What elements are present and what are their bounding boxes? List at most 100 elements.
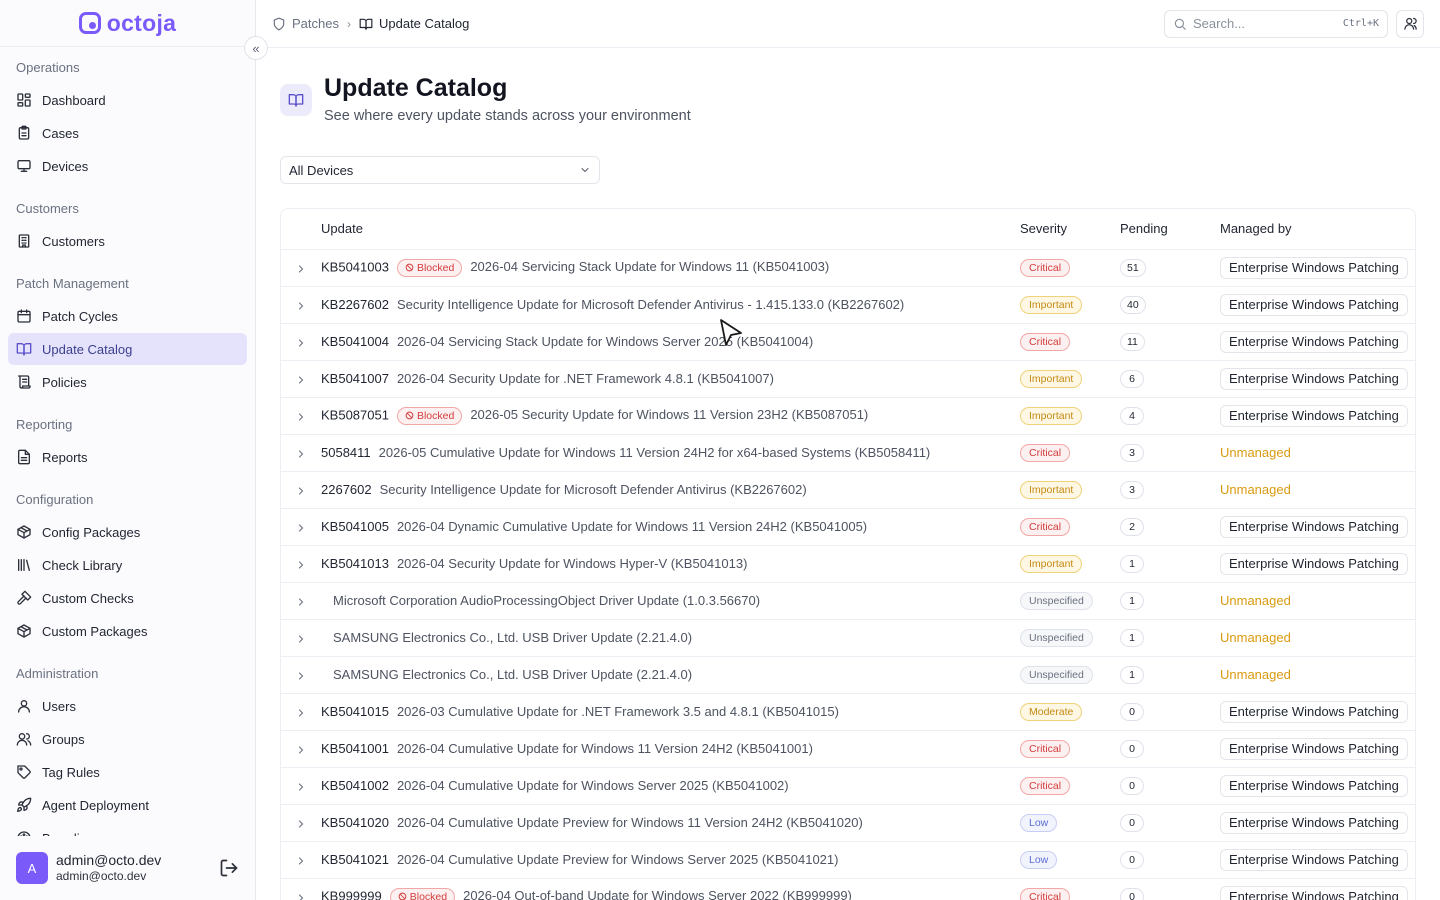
sidebar-item-groups[interactable]: Groups xyxy=(8,723,247,755)
table-row[interactable]: KB2267602 Security Intelligence Update fo… xyxy=(281,286,1415,324)
update-cell: KB5041005 2026-04 Dynamic Cumulative Upda… xyxy=(321,508,1020,546)
expand-row-cell[interactable] xyxy=(281,323,321,361)
column-header-managed-by[interactable]: Managed by xyxy=(1220,209,1415,250)
managed-by-badge[interactable]: Enterprise Windows Patching xyxy=(1220,774,1408,797)
sidebar-item-check-library[interactable]: Check Library xyxy=(8,549,247,581)
search-input[interactable]: Search... Ctrl+K xyxy=(1164,9,1388,38)
table-row[interactable]: SAMSUNG Electronics Co., Ltd. USB Driver… xyxy=(281,656,1415,694)
table-row[interactable]: KB5041013 2026-04 Security Update for Win… xyxy=(281,545,1415,583)
column-header-pending[interactable]: Pending xyxy=(1120,209,1220,250)
breadcrumb-patches[interactable]: Patches xyxy=(272,16,339,31)
update-description: SAMSUNG Electronics Co., Ltd. USB Driver… xyxy=(333,667,693,682)
book-open-icon xyxy=(359,18,373,30)
managed-by-badge[interactable]: Enterprise Windows Patching xyxy=(1220,256,1408,279)
managed-by-badge[interactable]: Enterprise Windows Patching xyxy=(1220,848,1408,871)
sidebar-item-cases[interactable]: Cases xyxy=(8,117,247,149)
avatar[interactable]: A xyxy=(16,852,48,884)
expand-row-cell[interactable] xyxy=(281,693,321,731)
column-header-severity[interactable]: Severity xyxy=(1020,209,1120,250)
pending-count-badge: 2 xyxy=(1120,517,1144,536)
sidebar-item-custom-checks[interactable]: Custom Checks xyxy=(8,582,247,614)
sidebar-item-devices[interactable]: Devices xyxy=(8,150,247,182)
sidebar-item-users[interactable]: Users xyxy=(8,690,247,722)
pending-cell: 11 xyxy=(1120,323,1220,361)
update-description: 2026-04 Out-of-band Update for Windows S… xyxy=(463,887,852,900)
expand-row-cell[interactable] xyxy=(281,656,321,694)
expand-row-cell[interactable] xyxy=(281,286,321,324)
expand-row-cell[interactable] xyxy=(281,841,321,879)
severity-badge: Low xyxy=(1020,813,1058,832)
severity-cell: Critical xyxy=(1020,323,1120,361)
expand-row-cell[interactable] xyxy=(281,360,321,398)
expand-row-cell[interactable] xyxy=(281,397,321,435)
update-description: 2026-04 Cumulative Update for Windows Se… xyxy=(396,778,789,793)
sidebar-item-update-catalog[interactable]: Update Catalog xyxy=(8,333,247,365)
table-row[interactable]: KB5041001 2026-04 Cumulative Update for W… xyxy=(281,730,1415,768)
table-row[interactable]: SAMSUNG Electronics Co., Ltd. USB Driver… xyxy=(281,619,1415,657)
managed-by-badge[interactable]: Enterprise Windows Patching xyxy=(1220,885,1408,900)
sidebar-item-dashboard[interactable]: Dashboard xyxy=(8,84,247,116)
table-row[interactable]: KB5041020 2026-04 Cumulative Update Previ… xyxy=(281,804,1415,842)
update-description: Microsoft Corporation AudioProcessingObj… xyxy=(333,593,761,608)
sidebar-item-config-packages[interactable]: Config Packages xyxy=(8,516,247,548)
kb-number: KB5041005 xyxy=(321,519,389,534)
expand-row-cell[interactable] xyxy=(281,545,321,583)
table-row[interactable]: KB5041002 2026-04 Cumulative Update for W… xyxy=(281,767,1415,805)
unmanaged-label: Unmanaged xyxy=(1220,482,1291,497)
table-row[interactable]: KB999999 Blocked 2026-04 Out-of-band Updat… xyxy=(281,878,1415,900)
severity-cell: Important xyxy=(1020,286,1120,324)
expand-column-header xyxy=(281,209,321,250)
unmanaged-label: Unmanaged xyxy=(1220,445,1291,460)
expand-row-cell[interactable] xyxy=(281,619,321,657)
expand-row-cell[interactable] xyxy=(281,582,321,620)
sidebar-item-policies[interactable]: Policies xyxy=(8,366,247,398)
collapse-sidebar-button[interactable]: « xyxy=(244,36,268,60)
expand-row-cell[interactable] xyxy=(281,878,321,900)
table-row[interactable]: KB5041004 2026-04 Servicing Stack Update … xyxy=(281,323,1415,361)
sidebar-item-tag-rules[interactable]: Tag Rules xyxy=(8,756,247,788)
table-row[interactable]: KB5041005 2026-04 Dynamic Cumulative Upda… xyxy=(281,508,1415,546)
table-row[interactable]: KB5041015 2026-03 Cumulative Update for .… xyxy=(281,693,1415,731)
managed-by-badge[interactable]: Enterprise Windows Patching xyxy=(1220,811,1408,834)
severity-badge: Unspecified xyxy=(1020,628,1093,647)
managed-by-badge[interactable]: Enterprise Windows Patching xyxy=(1220,515,1408,538)
table-row[interactable]: KB5041007 2026-04 Security Update for .NE… xyxy=(281,360,1415,398)
table-row[interactable]: Microsoft Corporation AudioProcessingObj… xyxy=(281,582,1415,620)
chevron-right-icon xyxy=(298,746,304,754)
managed-by-badge[interactable]: Enterprise Windows Patching xyxy=(1220,552,1408,575)
managed-by-badge[interactable]: Enterprise Windows Patching xyxy=(1220,404,1408,427)
table-row[interactable]: 5058411 2026-05 Cumulative Update for Win… xyxy=(281,434,1415,472)
chevron-right-icon xyxy=(298,265,304,273)
expand-row-cell[interactable] xyxy=(281,471,321,509)
expand-row-cell[interactable] xyxy=(281,767,321,805)
managed-by-badge[interactable]: Enterprise Windows Patching xyxy=(1220,367,1408,390)
severity-cell: Important xyxy=(1020,545,1120,583)
expand-row-cell[interactable] xyxy=(281,508,321,546)
topbar: Patches › Update Catalog Search... Ctrl+… xyxy=(256,0,1440,48)
sidebar-item-reports[interactable]: Reports xyxy=(8,441,247,473)
column-header-update[interactable]: Update xyxy=(321,209,1020,250)
account-button[interactable] xyxy=(1396,9,1424,38)
table-row[interactable]: KB5041003 Blocked 2026-04 Servicing Stack … xyxy=(281,249,1415,287)
sidebar-item-label: Custom Checks xyxy=(42,590,134,606)
table-row[interactable]: 2267602 Security Intelligence Update for … xyxy=(281,471,1415,509)
sidebar-item-customers[interactable]: Customers xyxy=(8,225,247,257)
table-row[interactable]: KB5087051 Blocked 2026-05 Security Update … xyxy=(281,397,1415,435)
sidebar-item-patch-cycles[interactable]: Patch Cycles xyxy=(8,300,247,332)
sidebar-item-custom-packages[interactable]: Custom Packages xyxy=(8,615,247,647)
sidebar-item-agent-deployment[interactable]: Agent Deployment xyxy=(8,789,247,821)
update-description: 2026-03 Cumulative Update for .NET Frame… xyxy=(396,704,839,719)
expand-row-cell[interactable] xyxy=(281,730,321,768)
logout-icon[interactable] xyxy=(219,858,239,878)
chevron-right-icon xyxy=(298,598,304,606)
managed-by-badge[interactable]: Enterprise Windows Patching xyxy=(1220,293,1408,316)
table-row[interactable]: KB5041021 2026-04 Cumulative Update Previ… xyxy=(281,841,1415,879)
expand-row-cell[interactable] xyxy=(281,804,321,842)
expand-row-cell[interactable] xyxy=(281,434,321,472)
managed-by-badge[interactable]: Enterprise Windows Patching xyxy=(1220,330,1408,353)
brand-logo[interactable]: octoja xyxy=(0,0,255,47)
device-filter-select[interactable]: All Devices xyxy=(280,156,600,184)
managed-by-badge[interactable]: Enterprise Windows Patching xyxy=(1220,700,1408,723)
managed-by-badge[interactable]: Enterprise Windows Patching xyxy=(1220,737,1408,760)
expand-row-cell[interactable] xyxy=(281,249,321,287)
